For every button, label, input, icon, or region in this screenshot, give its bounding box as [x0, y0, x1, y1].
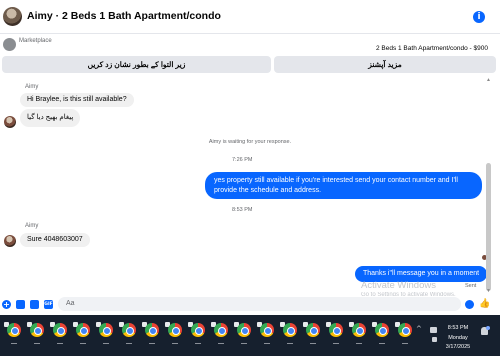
chrome-icon[interactable] [145, 323, 159, 337]
chrome-icon[interactable] [7, 323, 21, 337]
chrome-icon[interactable] [214, 323, 228, 337]
chrome-icon[interactable] [237, 323, 251, 337]
message-input-placeholder: Aa [66, 300, 75, 307]
clock-date[interactable]: 3/17/2025 [442, 344, 474, 350]
chrome-icon[interactable] [283, 323, 297, 337]
taskbar-app-indicator [172, 343, 178, 344]
chrome-icon[interactable] [306, 323, 320, 337]
message-line: provide the schedule and address. [214, 186, 322, 194]
sender-name: Aimy [25, 223, 39, 229]
chrome-icon[interactable] [260, 323, 274, 337]
chrome-icon[interactable] [168, 323, 182, 337]
marketplace-label: Marketplace [19, 38, 52, 44]
waiting-notice: Aimy is waiting for your response. [208, 139, 292, 145]
message-bubble[interactable]: Sure 4048603007 [20, 233, 90, 247]
avatar[interactable] [3, 7, 22, 26]
scroll-down-icon[interactable]: ▼ [486, 288, 491, 294]
marketplace-icon [3, 38, 16, 51]
chrome-icon[interactable] [76, 323, 90, 337]
avatar [4, 235, 16, 247]
chrome-icon[interactable] [329, 323, 343, 337]
sent-status: Sent [465, 283, 477, 289]
clock-day[interactable]: Monday [442, 335, 474, 341]
scroll-up-icon[interactable]: ▲ [486, 77, 491, 83]
thumbs-up-icon[interactable]: 👍 [479, 299, 490, 309]
message-bubble[interactable]: پیغام بھیج دیا گیا [20, 109, 81, 127]
emoji-icon[interactable] [465, 300, 474, 309]
mark-as-pending-button[interactable]: زیر التوا کے بطور نشان زد کریں [2, 56, 271, 73]
photo-icon[interactable] [16, 300, 25, 309]
timestamp: 8:53 PM [232, 207, 253, 213]
chrome-icon[interactable] [398, 323, 412, 337]
message-bubble[interactable]: yes property still available if you're i… [205, 172, 482, 199]
info-icon[interactable]: i [473, 11, 485, 23]
taskbar-app-indicator [218, 343, 224, 344]
more-options-button[interactable]: مزید آپشنز [274, 56, 496, 73]
chrome-icon[interactable] [53, 323, 67, 337]
taskbar-app-indicator [34, 343, 40, 344]
message-bubble[interactable]: Hi Braylee, is this still available? [20, 93, 134, 107]
taskbar-app-indicator [287, 343, 293, 344]
display-icon[interactable] [430, 327, 437, 333]
sticker-icon[interactable] [30, 300, 39, 309]
listing-title[interactable]: 2 Beds 1 Bath Apartment/condo - $900 [376, 45, 488, 52]
taskbar-app-indicator [149, 343, 155, 344]
avatar [4, 116, 16, 128]
taskbar-app-indicator [333, 343, 339, 344]
taskbar-app-indicator [356, 343, 362, 344]
chrome-icon[interactable] [30, 323, 44, 337]
chevron-up-icon[interactable]: ^ [416, 325, 422, 333]
taskbar-app-indicator [264, 343, 270, 344]
taskbar-app-indicator [103, 343, 109, 344]
sender-name: Aimy [25, 84, 39, 90]
taskbar-app-indicator [241, 343, 247, 344]
chrome-icon[interactable] [99, 323, 113, 337]
notification-dot [486, 326, 490, 330]
taskbar-app-indicator [126, 343, 132, 344]
gif-icon[interactable]: GIF [44, 300, 53, 309]
plus-icon[interactable]: + [2, 300, 11, 309]
taskbar-app-indicator [80, 343, 86, 344]
chrome-icon[interactable] [352, 323, 366, 337]
chrome-icon[interactable] [375, 323, 389, 337]
network-icon[interactable] [432, 337, 437, 342]
message-line: yes property still available if you're i… [214, 177, 458, 184]
taskbar-app-indicator [310, 343, 316, 344]
chrome-icon[interactable] [122, 323, 136, 337]
chrome-icon[interactable] [191, 323, 205, 337]
taskbar-app-indicator [379, 343, 385, 344]
conversation-title[interactable]: Aimy · 2 Beds 1 Bath Apartment/condo [27, 10, 221, 22]
scrollbar-thumb[interactable] [486, 163, 491, 291]
timestamp: 7:26 PM [232, 157, 253, 163]
message-input[interactable] [58, 297, 461, 311]
taskbar-app-indicator [402, 343, 408, 344]
taskbar-app-indicator [11, 343, 17, 344]
taskbar-app-indicator [195, 343, 201, 344]
clock-time[interactable]: 8:53 PM [442, 325, 474, 331]
taskbar-app-indicator [57, 343, 63, 344]
activate-windows-watermark: Activate Windows [361, 280, 436, 291]
